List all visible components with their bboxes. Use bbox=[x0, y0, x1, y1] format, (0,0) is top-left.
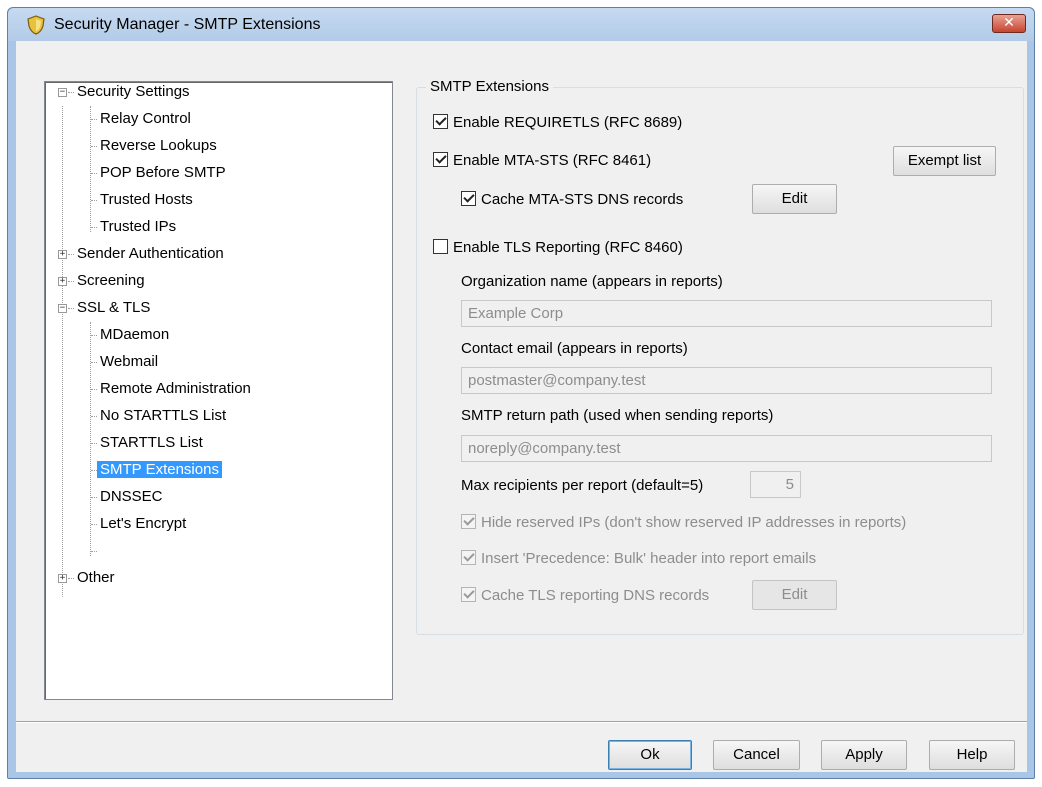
security-manager-window: Security Manager - SMTP Extensions ✕ − +… bbox=[7, 7, 1035, 779]
tls-reporting-checkbox[interactable]: Enable TLS Reporting (RFC 8460) bbox=[433, 238, 683, 258]
tree-item-other[interactable]: Other bbox=[74, 566, 118, 590]
max-recipients-label: Max recipients per report (default=5) bbox=[461, 477, 704, 494]
tree-item-label: SMTP Extensions bbox=[97, 461, 222, 478]
org-name-label: Organization name (appears in reports) bbox=[461, 273, 723, 290]
contact-email-field[interactable]: postmaster@company.test bbox=[461, 367, 992, 394]
checkbox-label: Enable REQUIRETLS (RFC 8689) bbox=[453, 114, 683, 131]
close-button[interactable]: ✕ bbox=[992, 14, 1026, 33]
tree-item-relay-control[interactable]: Relay Control bbox=[97, 107, 194, 131]
checkbox-label: Insert 'Precedence: Bulk' header into re… bbox=[481, 550, 817, 567]
footer-separator bbox=[16, 721, 1027, 723]
tree-item-sender-authentication[interactable]: Sender Authentication bbox=[74, 242, 227, 266]
ok-button[interactable]: Ok bbox=[608, 740, 692, 770]
settings-tree[interactable]: − + + − + Security Settings Relay Contro… bbox=[44, 81, 393, 700]
checkbox-box[interactable] bbox=[433, 239, 448, 254]
checkbox-box[interactable] bbox=[433, 152, 448, 167]
edit-mta-sts-button[interactable]: Edit bbox=[752, 184, 837, 214]
title-bar: Security Manager - SMTP Extensions ✕ bbox=[8, 8, 1034, 41]
return-path-label: SMTP return path (used when sending repo… bbox=[461, 407, 774, 424]
tree-connector bbox=[90, 322, 91, 556]
help-button[interactable]: Help bbox=[929, 740, 1015, 770]
checkbox-label: Cache TLS reporting DNS records bbox=[481, 587, 710, 604]
return-path-field[interactable]: noreply@company.test bbox=[461, 435, 992, 462]
close-icon: ✕ bbox=[1003, 15, 1015, 31]
expand-icon[interactable]: + bbox=[58, 277, 67, 286]
exempt-list-button[interactable]: Exempt list bbox=[893, 146, 996, 176]
expand-icon[interactable]: + bbox=[58, 574, 67, 583]
checkbox-box[interactable] bbox=[461, 191, 476, 206]
tree-item-label: Trusted Hosts bbox=[100, 191, 193, 208]
tree-item-trusted-hosts[interactable]: Trusted Hosts bbox=[97, 188, 196, 212]
edit-tls-reporting-button[interactable]: Edit bbox=[752, 580, 837, 610]
tree-item-label: Remote Administration bbox=[100, 380, 251, 397]
dialog-body: − + + − + Security Settings Relay Contro… bbox=[16, 41, 1027, 772]
tree-item-label: DNSSEC bbox=[100, 488, 163, 505]
checkbox-box[interactable] bbox=[461, 587, 476, 602]
tree-item-lets-encrypt[interactable]: Let's Encrypt bbox=[97, 512, 189, 536]
requiretls-checkbox[interactable]: Enable REQUIRETLS (RFC 8689) bbox=[433, 113, 682, 133]
tree-item-label: Let's Encrypt bbox=[100, 515, 187, 532]
apply-button[interactable]: Apply bbox=[821, 740, 907, 770]
tree-item-dnssec[interactable]: DNSSEC bbox=[97, 485, 166, 509]
tree-item-pop-before-smtp[interactable]: POP Before SMTP bbox=[97, 161, 229, 185]
tree-item-label: SSL & TLS bbox=[77, 299, 151, 316]
tree-item-mdaemon[interactable]: MDaemon bbox=[97, 323, 172, 347]
tree-item-label: Reverse Lookups bbox=[100, 137, 217, 154]
tree-item-remote-administration[interactable]: Remote Administration bbox=[97, 377, 254, 401]
tree-item-label: Other bbox=[77, 569, 115, 586]
hide-reserved-ips-checkbox[interactable]: Hide reserved IPs (don't show reserved I… bbox=[461, 513, 906, 533]
contact-email-label: Contact email (appears in reports) bbox=[461, 340, 688, 357]
tree-item-label: No STARTTLS List bbox=[100, 407, 227, 424]
tree-item-label: Screening bbox=[77, 272, 145, 289]
expand-icon[interactable]: + bbox=[58, 250, 67, 259]
checkbox-label: Hide reserved IPs (don't show reserved I… bbox=[481, 514, 907, 531]
tree-item-label: Trusted IPs bbox=[100, 218, 177, 235]
cache-tls-reporting-checkbox[interactable]: Cache TLS reporting DNS records bbox=[461, 586, 709, 606]
group-title: SMTP Extensions bbox=[426, 78, 553, 95]
mta-sts-checkbox[interactable]: Enable MTA-STS (RFC 8461) bbox=[433, 151, 651, 171]
tree-item-security-settings[interactable]: Security Settings bbox=[74, 80, 193, 104]
precedence-bulk-checkbox[interactable]: Insert 'Precedence: Bulk' header into re… bbox=[461, 549, 816, 569]
shield-icon bbox=[27, 15, 45, 35]
tree-item-label: POP Before SMTP bbox=[100, 164, 226, 181]
tree-connector bbox=[91, 551, 97, 552]
tree-connector bbox=[62, 106, 63, 597]
tree-item-webmail[interactable]: Webmail bbox=[97, 350, 161, 374]
checkbox-label: Cache MTA-STS DNS records bbox=[481, 191, 684, 208]
checkbox-box[interactable] bbox=[461, 550, 476, 565]
window-title: Security Manager - SMTP Extensions bbox=[54, 16, 321, 33]
checkbox-label: Enable MTA-STS (RFC 8461) bbox=[453, 152, 652, 169]
tree-item-no-starttls-list[interactable]: No STARTTLS List bbox=[97, 404, 229, 428]
tree-item-smtp-extensions[interactable]: SMTP Extensions bbox=[97, 458, 222, 482]
tree-item-label: Relay Control bbox=[100, 110, 191, 127]
checkbox-label: Enable TLS Reporting (RFC 8460) bbox=[453, 239, 683, 256]
max-recipients-field[interactable]: 5 bbox=[750, 471, 801, 498]
tree-item-label: Webmail bbox=[100, 353, 159, 370]
tree-item-screening[interactable]: Screening bbox=[74, 269, 148, 293]
tree-item-reverse-lookups[interactable]: Reverse Lookups bbox=[97, 134, 220, 158]
checkbox-box[interactable] bbox=[433, 114, 448, 129]
cancel-button[interactable]: Cancel bbox=[713, 740, 800, 770]
tree-item-label: Security Settings bbox=[77, 83, 190, 100]
tree-item-label: Sender Authentication bbox=[77, 245, 224, 262]
tree-item-label: STARTTLS List bbox=[100, 434, 203, 451]
tree-item-trusted-ips[interactable]: Trusted IPs bbox=[97, 215, 179, 239]
tree-item-starttls-list[interactable]: STARTTLS List bbox=[97, 431, 206, 455]
tree-item-label: MDaemon bbox=[100, 326, 170, 343]
tree-connector bbox=[90, 106, 91, 232]
tree-item-ssl-tls[interactable]: SSL & TLS bbox=[74, 296, 153, 320]
cache-mta-sts-checkbox[interactable]: Cache MTA-STS DNS records bbox=[461, 190, 683, 210]
org-name-field[interactable]: Example Corp bbox=[461, 300, 992, 327]
collapse-icon[interactable]: − bbox=[58, 304, 67, 313]
collapse-icon[interactable]: − bbox=[58, 88, 67, 97]
checkbox-box[interactable] bbox=[461, 514, 476, 529]
